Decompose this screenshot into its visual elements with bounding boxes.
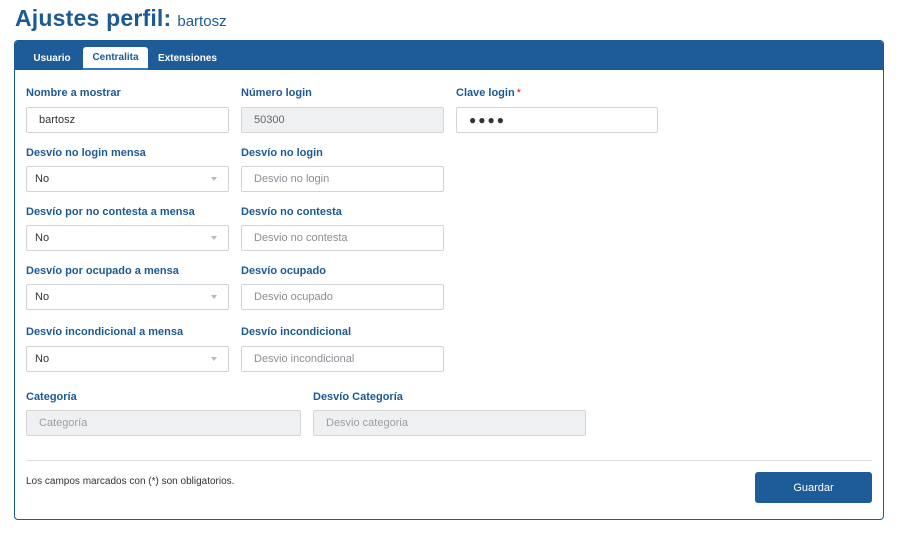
- desvio-incondicional-input[interactable]: Desvio incondicional: [241, 346, 444, 372]
- nombre-label: Nombre a mostrar: [26, 87, 121, 99]
- desvio-ocupado-label: Desvío ocupado: [241, 265, 326, 277]
- desvio-categoria-input: Desvio categoria: [313, 410, 586, 436]
- tab-usuario[interactable]: Usuario: [25, 47, 79, 70]
- desvio-incondicional-placeholder: Desvio incondicional: [254, 353, 355, 365]
- categoria-input: Categoría: [26, 410, 301, 436]
- desvio-no-login-input[interactable]: Desvio no login: [241, 166, 444, 192]
- desvio-no-contesta-input[interactable]: Desvio no contesta: [241, 225, 444, 251]
- chevron-down-icon: [211, 295, 217, 299]
- desvio-incondicional-mensa-select[interactable]: No: [26, 346, 229, 372]
- desvio-no-login-mensa-select[interactable]: No: [26, 166, 229, 192]
- page-username: bartosz: [177, 13, 227, 30]
- desvio-incondicional-label: Desvío incondicional: [241, 326, 352, 338]
- clave-login-value: ●●●●: [469, 113, 506, 127]
- save-button[interactable]: Guardar: [755, 472, 872, 503]
- desvio-incondicional-mensa-value: No: [35, 353, 50, 365]
- categoria-placeholder: Categoría: [39, 417, 88, 429]
- desvio-incondicional-mensa-label: Desvío incondicional a mensa: [26, 326, 184, 338]
- chevron-down-icon: [211, 236, 217, 240]
- nombre-value: bartosz: [39, 114, 76, 126]
- numero-login-input: 50300: [241, 107, 444, 133]
- page-title: Ajustes perfil:: [15, 5, 172, 31]
- desvio-ocupado-placeholder: Desvio ocupado: [254, 291, 333, 303]
- clave-login-label-text: Clave login: [456, 87, 515, 99]
- required-mark: *: [516, 87, 521, 99]
- numero-login-value: 50300: [254, 114, 285, 126]
- chevron-down-icon: [211, 357, 217, 361]
- desvio-no-contesta-placeholder: Desvio no contesta: [254, 232, 348, 244]
- settings-panel: Usuario Centralita Extensiones Nombre a …: [14, 40, 884, 520]
- desvio-no-contesta-mensa-value: No: [35, 232, 50, 244]
- tab-bar: Usuario Centralita Extensiones: [15, 41, 883, 70]
- clave-login-label: Clave login *: [456, 87, 521, 99]
- clave-login-input[interactable]: ●●●●: [456, 107, 658, 133]
- tab-centralita[interactable]: Centralita: [83, 47, 148, 70]
- desvio-no-login-mensa-value: No: [35, 173, 50, 185]
- desvio-no-login-label: Desvío no login: [241, 147, 323, 159]
- desvio-categoria-placeholder: Desvio categoria: [326, 417, 408, 429]
- desvio-no-login-mensa-label: Desvío no login mensa: [26, 147, 146, 159]
- numero-login-label: Número login: [241, 87, 312, 99]
- page-header: Ajustes perfil: bartosz: [15, 5, 227, 32]
- chevron-down-icon: [211, 177, 217, 181]
- desvio-ocupado-mensa-value: No: [35, 291, 50, 303]
- nombre-input[interactable]: bartosz: [26, 107, 229, 133]
- form-divider: [26, 460, 872, 461]
- desvio-ocupado-mensa-label: Desvío por ocupado a mensa: [26, 265, 179, 277]
- desvio-no-login-placeholder: Desvio no login: [254, 173, 330, 185]
- desvio-no-contesta-label: Desvío no contesta: [241, 206, 342, 218]
- desvio-ocupado-mensa-select[interactable]: No: [26, 284, 229, 310]
- tab-extensiones[interactable]: Extensiones: [154, 47, 221, 70]
- desvio-no-contesta-mensa-label: Desvío por no contesta a mensa: [26, 206, 195, 218]
- categoria-label: Categoría: [26, 391, 77, 403]
- desvio-no-contesta-mensa-select[interactable]: No: [26, 225, 229, 251]
- required-fields-note: Los campos marcados con (*) son obligato…: [26, 476, 235, 487]
- desvio-ocupado-input[interactable]: Desvio ocupado: [241, 284, 444, 310]
- desvio-categoria-label: Desvío Categoría: [313, 391, 403, 403]
